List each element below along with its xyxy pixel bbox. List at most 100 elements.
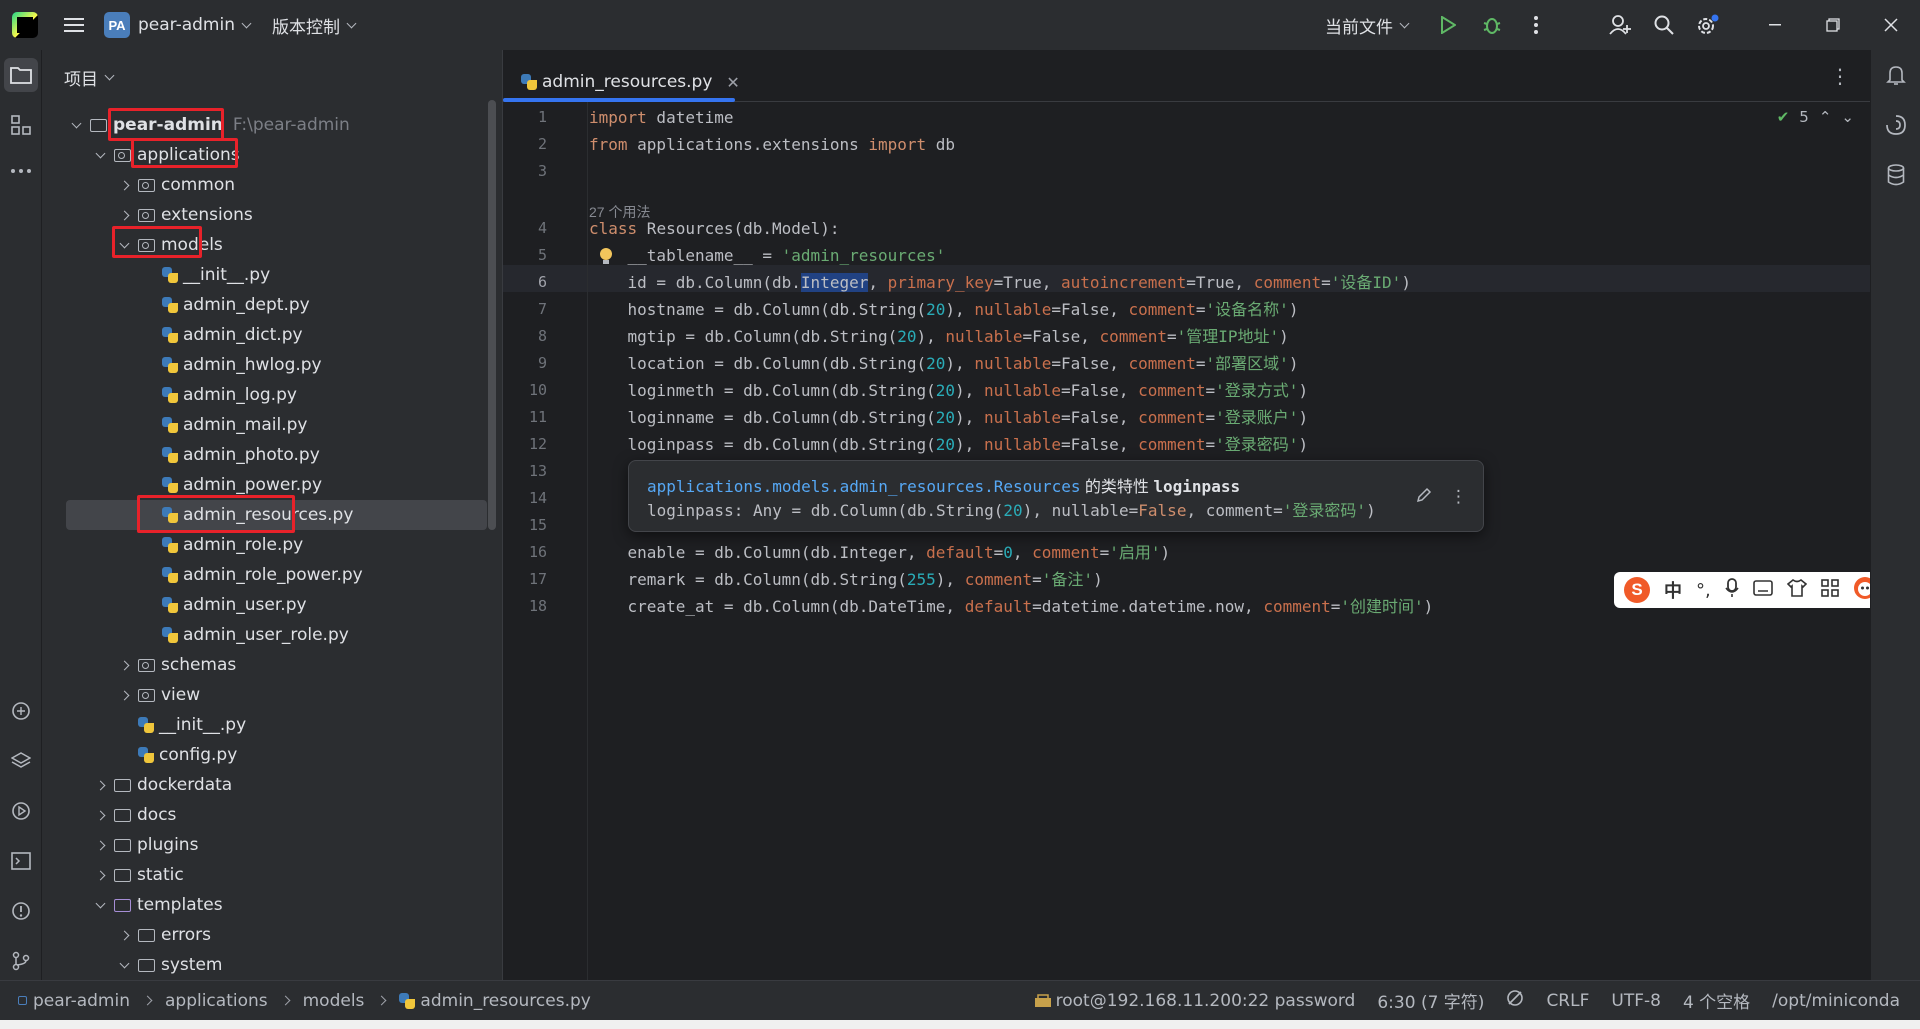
run-icon[interactable]: [1426, 3, 1470, 47]
tree-item-config-py[interactable]: config.py: [42, 740, 487, 770]
minimize-button[interactable]: [1746, 0, 1804, 50]
tree-item-view[interactable]: view: [42, 680, 487, 710]
breadcrumb-item[interactable]: admin_resources.py: [420, 991, 590, 1011]
file-encoding[interactable]: UTF-8: [1611, 991, 1661, 1011]
database-icon[interactable]: [1879, 158, 1913, 192]
tree-item-admin-log[interactable]: admin_log.py: [42, 380, 487, 410]
pycharm-logo-icon[interactable]: [12, 12, 38, 38]
no-lock-icon[interactable]: [1506, 989, 1524, 1012]
indent-setting[interactable]: 4 个空格: [1683, 988, 1750, 1013]
add-user-icon[interactable]: [1598, 3, 1642, 47]
ai-assistant-icon[interactable]: [1879, 108, 1913, 142]
code-area[interactable]: import datetime from applications.extens…: [589, 102, 1869, 980]
tree-item-dockerdata[interactable]: dockerdata: [42, 770, 487, 800]
skin-shirt-icon[interactable]: [1786, 578, 1807, 602]
search-icon[interactable]: [1642, 3, 1686, 47]
tree-item-static[interactable]: static: [42, 860, 487, 890]
services-run-icon[interactable]: [4, 794, 38, 828]
layers-icon[interactable]: [4, 744, 38, 778]
tree-item-models[interactable]: models: [42, 230, 487, 260]
tree-item-admin-dict[interactable]: admin_dict.py: [42, 320, 487, 350]
expanded-arrow-icon[interactable]: [71, 118, 81, 128]
git-branch-icon[interactable]: [4, 944, 38, 978]
collapsed-arrow-icon[interactable]: [119, 210, 129, 220]
code-line-18: create_at = db.Column(db.DateTime, defau…: [589, 593, 1434, 620]
popup-qualified-name[interactable]: applications.models.admin_resources.Reso…: [647, 477, 1080, 496]
collapsed-arrow-icon[interactable]: [95, 870, 105, 880]
breadcrumb-item[interactable]: applications: [165, 991, 268, 1011]
expanded-arrow-icon[interactable]: [95, 898, 105, 908]
breadcrumb-separator-icon: [142, 995, 153, 1006]
caret-position[interactable]: 6:30 (7 字符): [1377, 988, 1484, 1013]
tree-item-admin-user[interactable]: admin_user.py: [42, 590, 487, 620]
tree-item-admin-user-role[interactable]: admin_user_role.py: [42, 620, 487, 650]
run-config-label: 当前文件: [1325, 17, 1393, 38]
settings-gear-icon[interactable]: [1686, 3, 1730, 47]
notifications-bell-icon[interactable]: [1879, 58, 1913, 92]
terminal-icon[interactable]: [4, 844, 38, 878]
remote-interpreter-widget[interactable]: root@192.168.11.200:22 password: [1034, 991, 1355, 1011]
quick-doc-popup[interactable]: applications.models.admin_resources.Reso…: [628, 460, 1484, 532]
breadcrumb-item[interactable]: models: [303, 991, 365, 1011]
tree-item-admin-mail[interactable]: admin_mail.py: [42, 410, 487, 440]
collapsed-arrow-icon[interactable]: [119, 660, 129, 670]
collapsed-arrow-icon[interactable]: [95, 780, 105, 790]
close-tab-icon[interactable]: ✕: [726, 73, 739, 92]
collapsed-arrow-icon[interactable]: [95, 840, 105, 850]
project-tool-folder-icon[interactable]: [4, 58, 38, 92]
main-menu-icon[interactable]: [52, 3, 96, 47]
code-token: loginmeth = db.Column(db.String(: [589, 381, 936, 400]
line-separator[interactable]: CRLF: [1546, 991, 1589, 1011]
problems-icon[interactable]: [4, 894, 38, 928]
more-tools-icon[interactable]: [4, 154, 38, 188]
project-selector[interactable]: pear-admin: [138, 15, 252, 35]
collapsed-arrow-icon[interactable]: [119, 690, 129, 700]
tab-admin-resources[interactable]: admin_resources.py ✕: [517, 62, 744, 102]
expanded-arrow-icon[interactable]: [95, 148, 105, 158]
project-badge[interactable]: PA: [104, 12, 130, 38]
tree-item-errors[interactable]: errors: [42, 920, 487, 950]
structure-icon[interactable]: [4, 108, 38, 142]
tree-item-admin-role[interactable]: admin_role.py: [42, 530, 487, 560]
ime-mode-toggle[interactable]: 中: [1664, 577, 1682, 603]
tree-item-plugins[interactable]: plugins: [42, 830, 487, 860]
tree-item-extensions[interactable]: extensions: [42, 200, 487, 230]
debug-icon[interactable]: [1470, 3, 1514, 47]
selected-token: Integer: [800, 273, 869, 292]
project-scrollbar[interactable]: [488, 100, 496, 530]
ime-logo-icon[interactable]: S: [1624, 577, 1650, 603]
close-window-button[interactable]: [1862, 0, 1920, 50]
tree-item-admin-photo[interactable]: admin_photo.py: [42, 440, 487, 470]
run-config-selector[interactable]: 当前文件: [1325, 13, 1410, 38]
tree-item-admin-hwlog[interactable]: admin_hwlog.py: [42, 350, 487, 380]
collapsed-arrow-icon[interactable]: [119, 930, 129, 940]
breadcrumb-item[interactable]: pear-admin: [33, 991, 130, 1011]
python-console-icon[interactable]: [4, 694, 38, 728]
tree-item-schemas[interactable]: schemas: [42, 650, 487, 680]
restore-button[interactable]: [1804, 0, 1862, 50]
tree-item-system[interactable]: system: [42, 950, 487, 980]
collapsed-arrow-icon[interactable]: [95, 810, 105, 820]
tree-item-templates[interactable]: templates: [42, 890, 487, 920]
tree-item-common[interactable]: common: [42, 170, 487, 200]
tree-item-apps-init-py[interactable]: __init__.py: [42, 710, 487, 740]
tree-item-admin-dept[interactable]: admin_dept.py: [42, 290, 487, 320]
edit-pencil-icon[interactable]: [1416, 487, 1432, 508]
tree-item-init-py[interactable]: __init__.py: [42, 260, 487, 290]
expanded-arrow-icon[interactable]: [119, 958, 129, 968]
keyboard-icon[interactable]: [1752, 579, 1773, 601]
tree-item-admin-role-power[interactable]: admin_role_power.py: [42, 560, 487, 590]
vcs-menu[interactable]: 版本控制: [272, 13, 357, 38]
popup-more-icon[interactable]: ⋮: [1450, 487, 1467, 508]
project-panel-header[interactable]: 项目: [42, 50, 502, 104]
python-sdk[interactable]: /opt/miniconda: [1772, 991, 1900, 1011]
microphone-icon[interactable]: [1725, 577, 1739, 603]
collapsed-arrow-icon[interactable]: [119, 180, 129, 190]
tree-item-applications[interactable]: applications: [42, 140, 487, 170]
tree-item-docs[interactable]: docs: [42, 800, 487, 830]
ime-punctuation-icon[interactable]: °,: [1696, 580, 1711, 601]
tab-more-icon[interactable]: ⋮: [1830, 64, 1850, 88]
toolbox-grid-icon[interactable]: [1820, 578, 1839, 602]
highlight-box-models: [112, 226, 202, 258]
more-actions-icon[interactable]: [1514, 3, 1558, 47]
